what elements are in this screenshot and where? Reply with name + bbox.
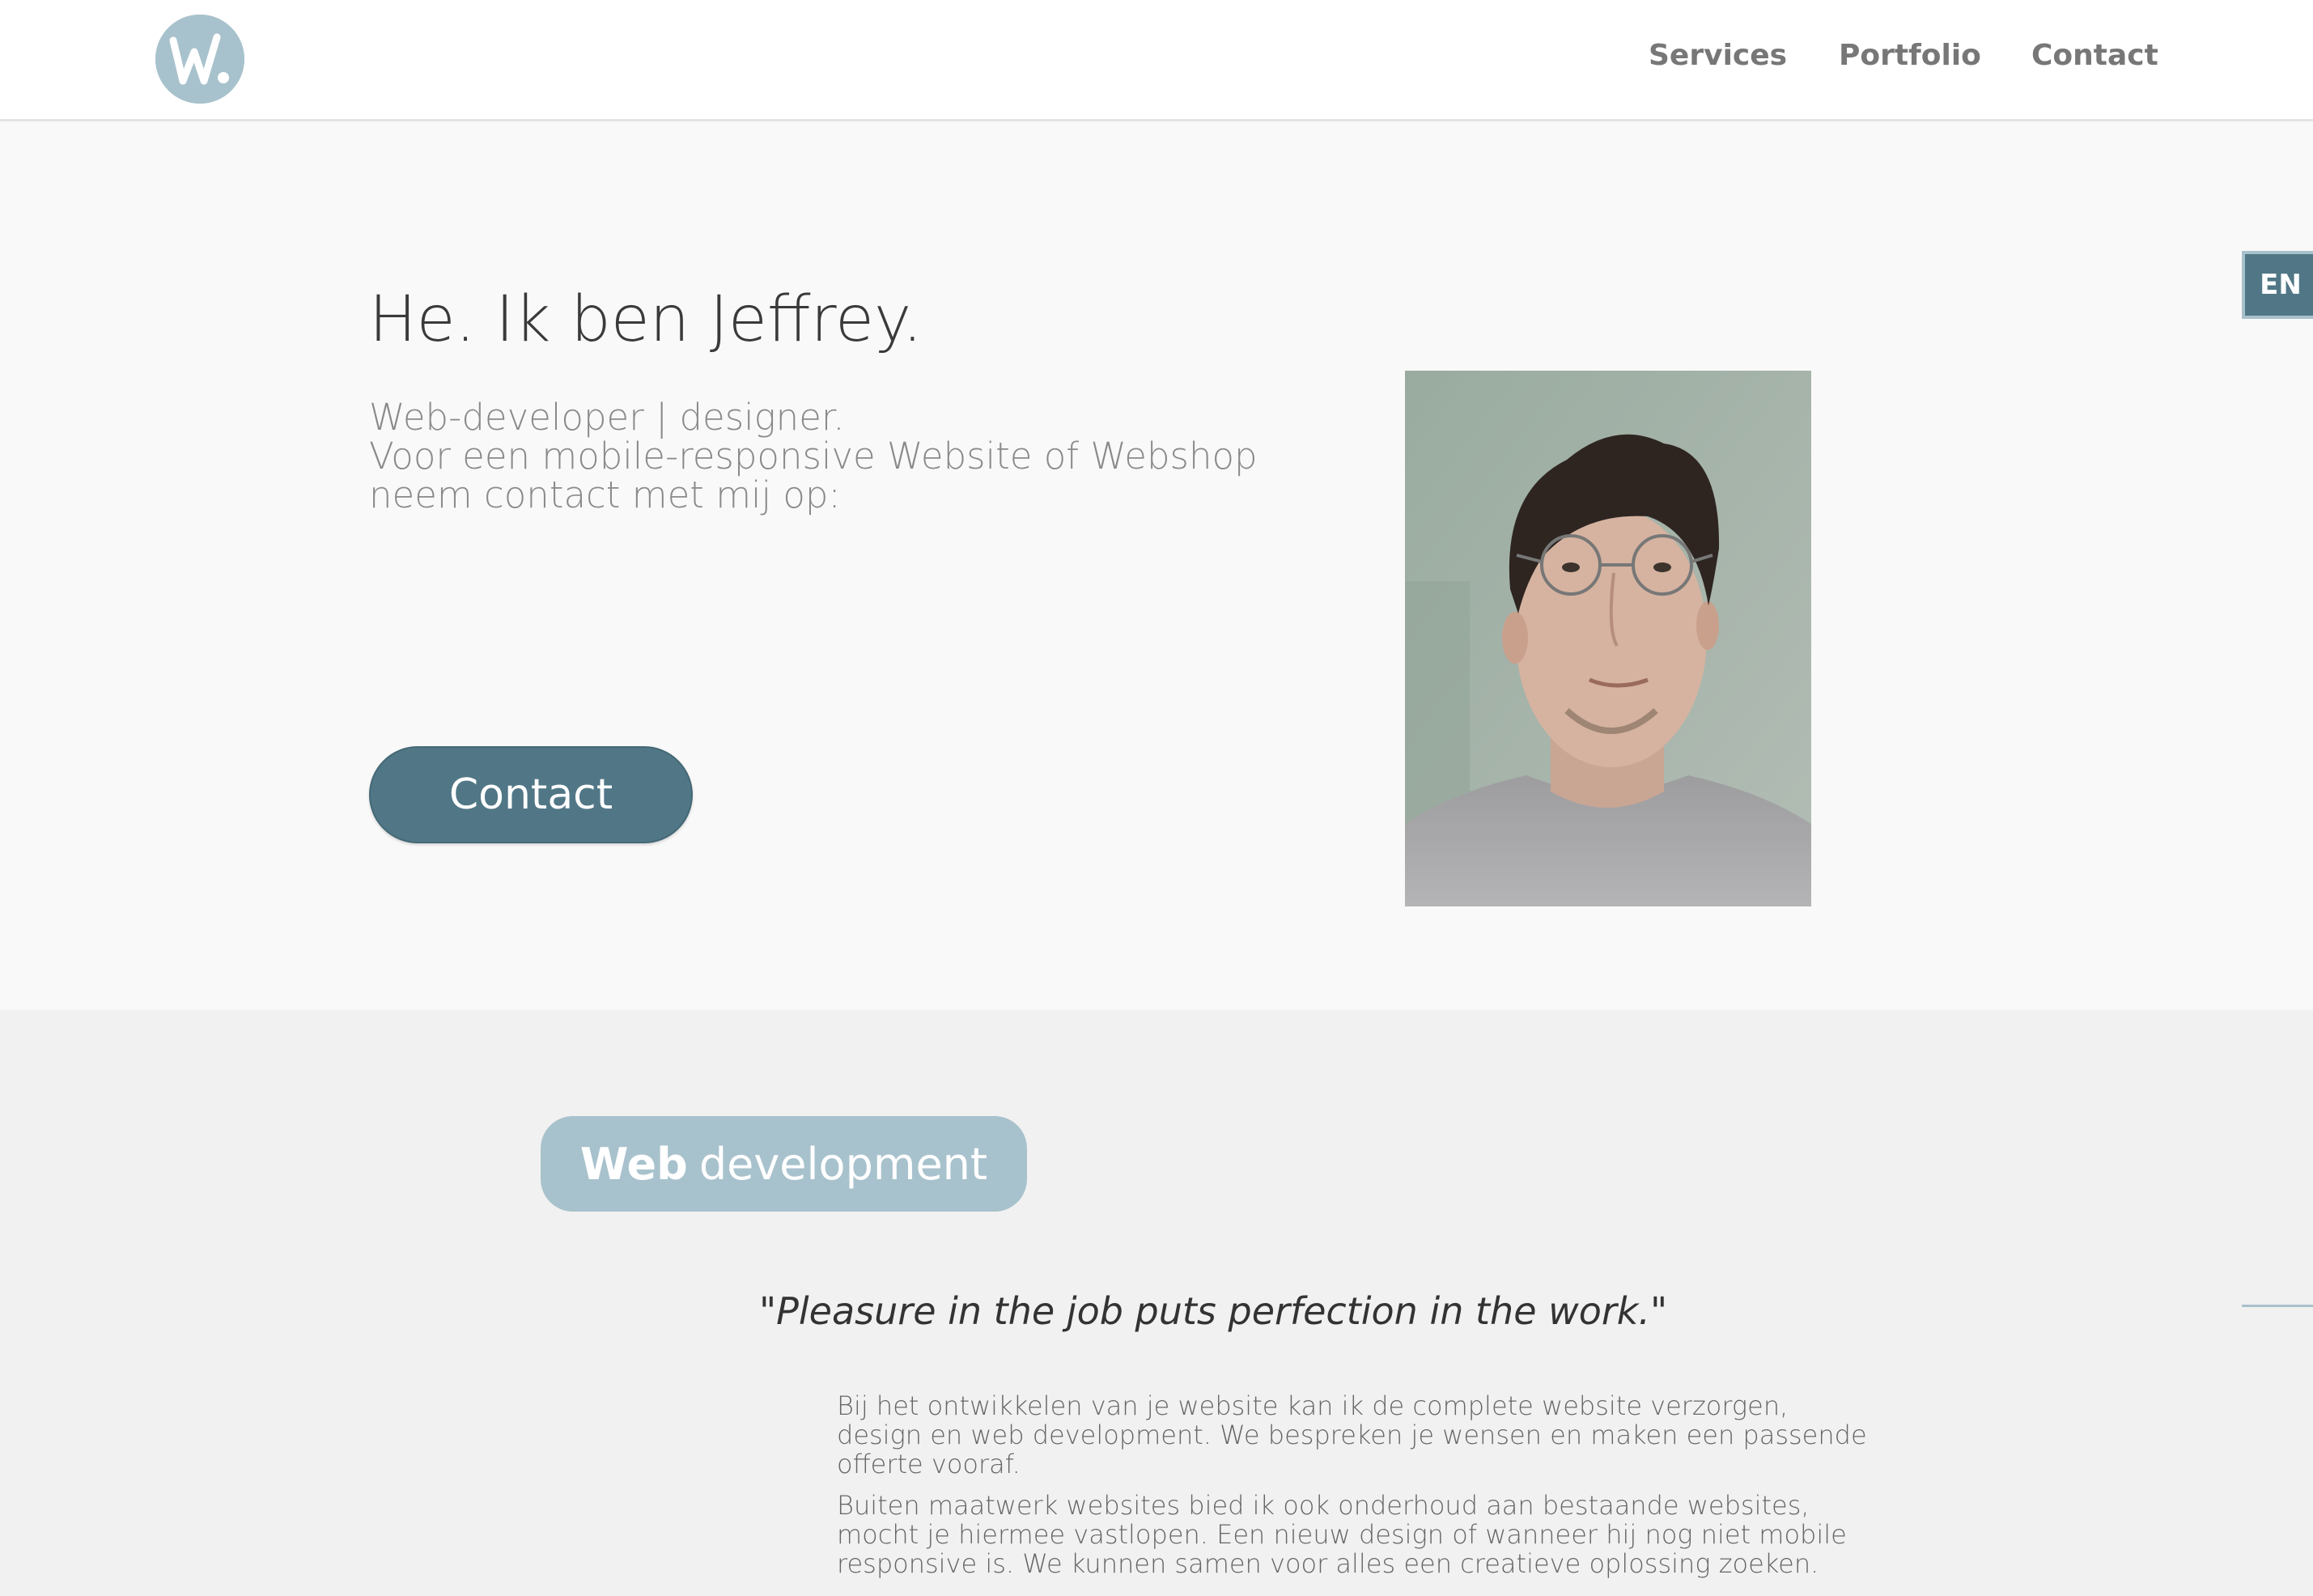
hero-subtitle: Web-developer | designer. Voor een mobil… [369, 398, 1300, 515]
side-scroll-indicator[interactable] [2242, 1305, 2313, 1307]
nav-portfolio[interactable]: Portfolio [1839, 39, 1981, 72]
portrait-illustration [1405, 371, 1811, 906]
contact-button[interactable]: Contact [369, 746, 693, 843]
logo-icon[interactable] [155, 15, 244, 104]
services-paragraph-1: Bij het ontwikkelen van je website kan i… [837, 1390, 1867, 1479]
logo-mark [155, 15, 244, 104]
profile-photo [1405, 371, 1811, 906]
web-development-tab[interactable]: Web development [541, 1116, 1027, 1212]
nav-services[interactable]: Services [1649, 39, 1787, 72]
hero-subtitle-line1: Web-developer | designer. [369, 396, 845, 439]
hero-subtitle-line2: Voor een mobile-responsive Website of We… [369, 435, 1258, 516]
hero-title: He. Ik ben Jeffrey. [369, 283, 923, 356]
services-paragraph-2: Buiten maatwerk websites bied ik ook ond… [837, 1490, 1847, 1579]
quote-text: "Pleasure in the job puts perfection in … [759, 1289, 1668, 1333]
site-header: Services Portfolio Contact [0, 0, 2313, 121]
pill-bold-text: Web [579, 1138, 688, 1190]
language-toggle-button[interactable]: EN [2242, 251, 2313, 319]
pill-text: development [698, 1138, 988, 1190]
nav-contact[interactable]: Contact [2031, 39, 2158, 72]
services-section: Web development "Pleasure in the job put… [0, 1010, 2313, 1596]
hero-section: He. Ik ben Jeffrey. Web-developer | desi… [0, 121, 2313, 1010]
